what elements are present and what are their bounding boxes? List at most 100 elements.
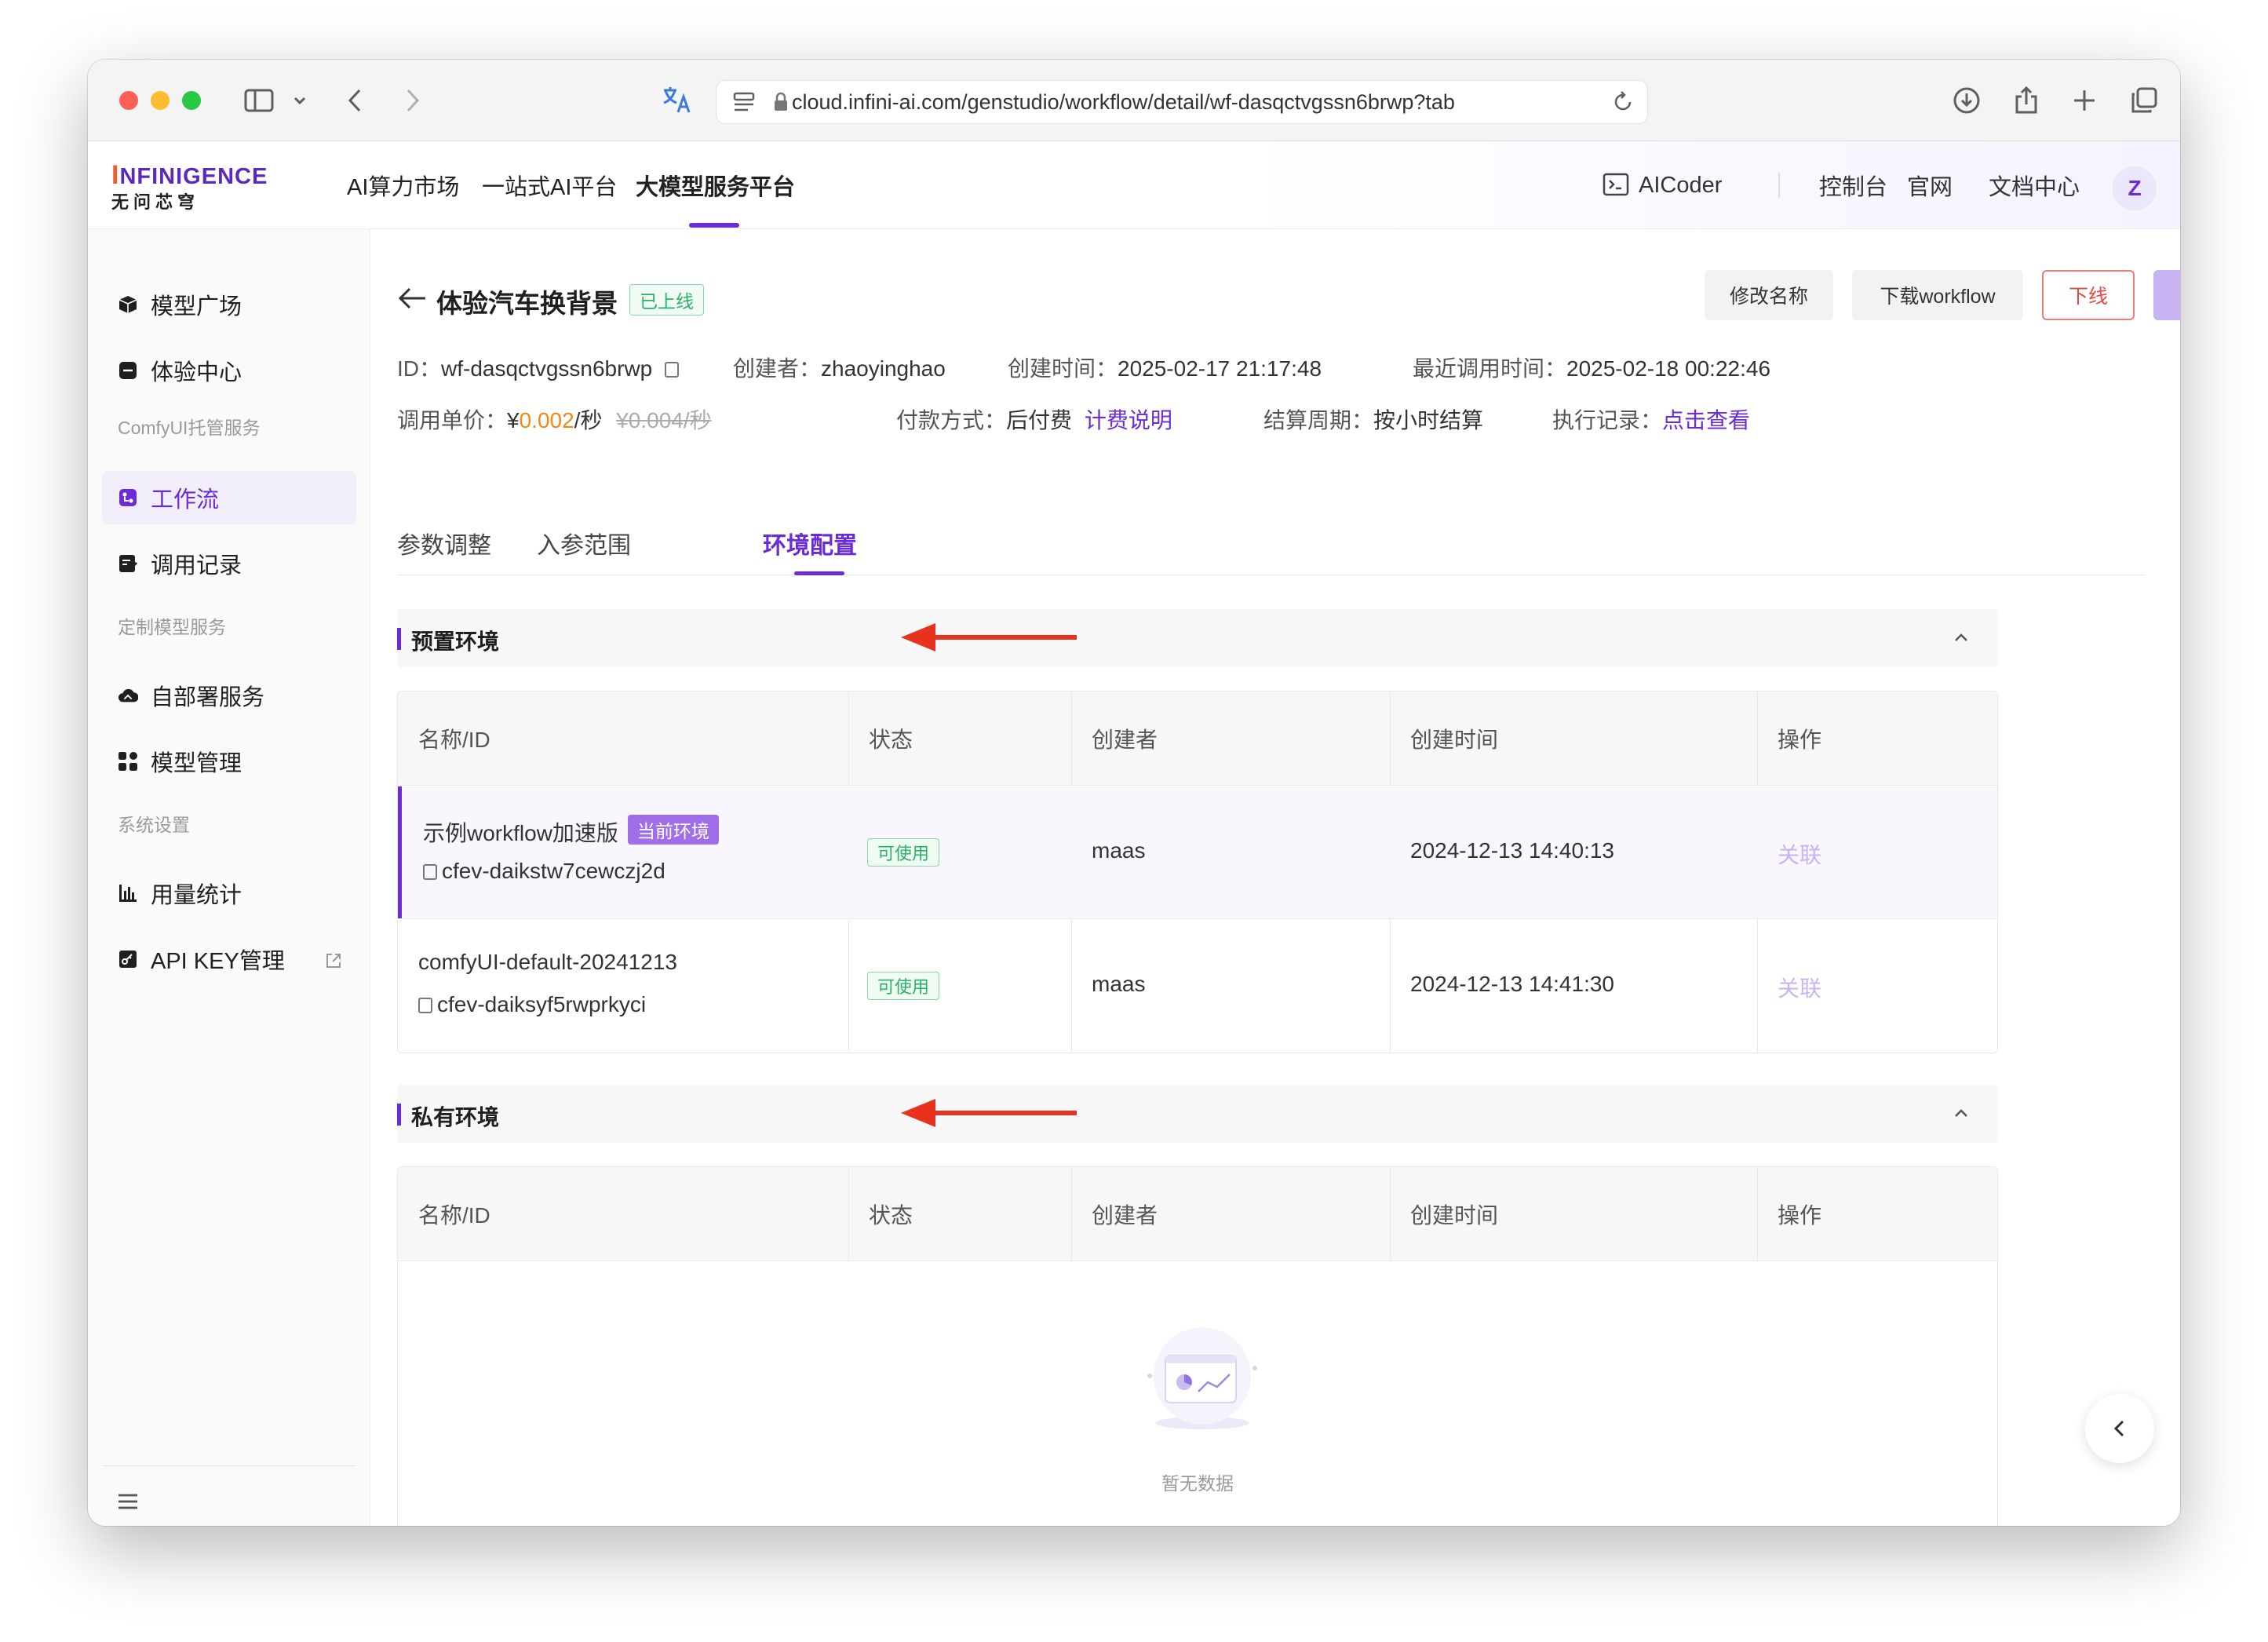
table-row[interactable]: 示例workflow加速版 当前环境 cfev-daikstw7cewczj2d …	[398, 786, 1997, 919]
collapse-panel-button[interactable]	[2085, 1394, 2154, 1463]
chevron-up-icon[interactable]	[1953, 631, 1970, 644]
sidebar-item-workflow[interactable]: 工作流	[102, 471, 356, 524]
app-header: INFINIGENCE 无问芯穹 AI算力市场 一站式AI平台 大模型服务平台 …	[88, 141, 2180, 229]
logo-text: NFINIGENCE	[119, 164, 268, 189]
meta-creator: 创建者：zhaoyinghao	[733, 352, 946, 383]
sidebar-item-label: 模型管理	[151, 751, 242, 776]
tab-env-config[interactable]: 环境配置	[763, 526, 857, 560]
column-divider	[1071, 1167, 1072, 1261]
sidebar-divider	[102, 1465, 356, 1466]
download-workflow-button[interactable]: 下载workflow	[1852, 270, 2023, 320]
sidebar-item-usage-stats[interactable]: 用量统计	[102, 867, 356, 920]
meta-exec-records: 执行记录：点击查看	[1552, 403, 1750, 435]
column-header-name-id: 名称/ID	[418, 1203, 490, 1228]
share-icon[interactable]	[2009, 80, 2044, 121]
back-arrow-icon[interactable]	[397, 286, 428, 311]
empty-data-icon	[1136, 1321, 1269, 1439]
nav-console[interactable]: 控制台	[1819, 141, 1887, 229]
status-badge: 已上线	[629, 284, 704, 316]
tab-input-range[interactable]: 入参范围	[537, 526, 631, 560]
nav-official-site[interactable]: 官网	[1907, 141, 1953, 229]
logo[interactable]: INFINIGENCE	[111, 160, 268, 191]
column-header-status: 状态	[869, 1203, 913, 1228]
nav-aicoder[interactable]: AICoder	[1639, 141, 1722, 229]
view-exec-records-link[interactable]: 点击查看	[1662, 408, 1750, 432]
tab-param-adjust[interactable]: 参数调整	[397, 526, 491, 560]
new-tab-icon[interactable]	[2067, 80, 2102, 121]
private-env-header[interactable]: 私有环境	[397, 1085, 1998, 1143]
edit-doc-icon	[118, 553, 138, 574]
forward-icon[interactable]	[399, 80, 427, 121]
copy-icon[interactable]	[418, 998, 432, 1013]
id-value: wf-dasqctvgssn6brwp	[441, 356, 653, 381]
env-name: comfyUI-default-20241213	[418, 950, 677, 974]
column-header-creator: 创建者	[1092, 728, 1158, 752]
sidebar-group-custom-model: 定制模型服务	[118, 617, 226, 637]
billing-info-link[interactable]: 计费说明	[1085, 408, 1172, 432]
sidebar-item-self-deploy[interactable]: 自部署服务	[102, 669, 356, 722]
column-header-action: 操作	[1778, 728, 1822, 752]
main-content: 体验汽车换背景 已上线 修改名称 下载workflow 下线 上线 ID：wf-…	[370, 229, 2180, 1526]
avatar[interactable]: Z	[2113, 166, 2157, 210]
back-icon[interactable]	[341, 80, 369, 121]
sidebar-item-model-square[interactable]: 模型广场	[102, 278, 356, 331]
sidebar-item-label: API KEY管理	[151, 949, 285, 974]
lock-icon	[773, 92, 789, 112]
key-doc-icon	[118, 949, 138, 969]
table-row[interactable]: comfyUI-default-20241213 cfev-daiksyf5rw…	[398, 920, 1997, 1053]
menu-icon[interactable]	[118, 1493, 138, 1510]
copy-icon[interactable]	[423, 864, 437, 880]
env-id: cfev-daikstw7cewczj2d	[423, 859, 665, 884]
link-env-action[interactable]: 关联	[1778, 838, 1821, 870]
env-id-text: cfev-daikstw7cewczj2d	[442, 859, 665, 883]
column-header-created-time: 创建时间	[1410, 1203, 1499, 1228]
sidebar-item-api-key[interactable]: API KEY管理	[102, 932, 356, 986]
price-unit: /秒	[574, 408, 603, 432]
current-env-badge: 当前环境	[627, 815, 719, 845]
meta-unit-price: 调用单价：¥0.002/秒 ¥0.004/秒	[397, 403, 712, 435]
sidebar-item-label: 用量统计	[151, 883, 242, 908]
sidebar-item-model-manage[interactable]: 模型管理	[102, 735, 356, 788]
empty-state-text: 暂无数据	[1161, 1473, 1234, 1494]
created-value: 2025-02-17 21:17:48	[1118, 356, 1322, 381]
sidebar-toggle-icon[interactable]	[242, 80, 276, 121]
page-settings-icon[interactable]	[732, 90, 756, 114]
chevron-up-icon[interactable]	[1953, 1107, 1970, 1119]
column-header-created-time: 创建时间	[1410, 728, 1499, 752]
env-created-time: 2024-12-13 14:40:13	[1410, 838, 1614, 863]
exec-records-label: 执行记录：	[1552, 408, 1663, 432]
sidebar-item-call-records[interactable]: 调用记录	[102, 537, 356, 590]
address-bar[interactable]: cloud.infini-ai.com/genstudio/workflow/d…	[716, 80, 1648, 124]
sidebar-item-label: 体验中心	[151, 360, 242, 385]
preset-env-title: 预置环境	[411, 629, 500, 654]
online-button[interactable]: 上线	[2153, 270, 2180, 320]
nav-model-service-platform[interactable]: 大模型服务平台	[636, 141, 795, 229]
nav-one-stop-ai-platform[interactable]: 一站式AI平台	[482, 141, 617, 229]
payment-value: 后付费	[1006, 408, 1073, 432]
env-created-time: 2024-12-13 14:41:30	[1410, 972, 1614, 996]
rename-button[interactable]: 修改名称	[1705, 270, 1833, 320]
browser-window: cloud.infini-ai.com/genstudio/workflow/d…	[88, 60, 2180, 1526]
price-old: ¥0.004/秒	[616, 408, 712, 432]
link-env-action[interactable]: 关联	[1778, 972, 1821, 1003]
chevron-down-icon[interactable]	[290, 80, 309, 121]
copy-icon[interactable]	[665, 362, 680, 378]
workflow-icon	[118, 487, 138, 508]
nav-ai-compute-market[interactable]: AI算力市场	[347, 141, 459, 229]
nav-docs-center[interactable]: 文档中心	[1989, 141, 2080, 229]
preset-env-header[interactable]: 预置环境	[397, 609, 1998, 667]
payment-label: 付款方式：	[896, 408, 1007, 432]
translate-icon[interactable]	[659, 80, 694, 121]
offline-button[interactable]: 下线	[2042, 270, 2135, 320]
env-id: cfev-daiksyf5rwprkyci	[418, 992, 646, 1017]
reload-icon[interactable]	[1611, 90, 1635, 114]
download-icon[interactable]	[1949, 80, 1984, 121]
maximize-window-button[interactable]	[182, 91, 201, 110]
sidebar-item-label: 调用记录	[151, 553, 242, 578]
close-window-button[interactable]	[119, 91, 138, 110]
minimize-window-button[interactable]	[151, 91, 170, 110]
sidebar-item-experience-center[interactable]: 体验中心	[102, 344, 356, 397]
chat-icon	[118, 360, 138, 381]
meta-created-time: 创建时间：2025-02-17 21:17:48	[1008, 352, 1322, 383]
tab-overview-icon[interactable]	[2127, 80, 2161, 121]
